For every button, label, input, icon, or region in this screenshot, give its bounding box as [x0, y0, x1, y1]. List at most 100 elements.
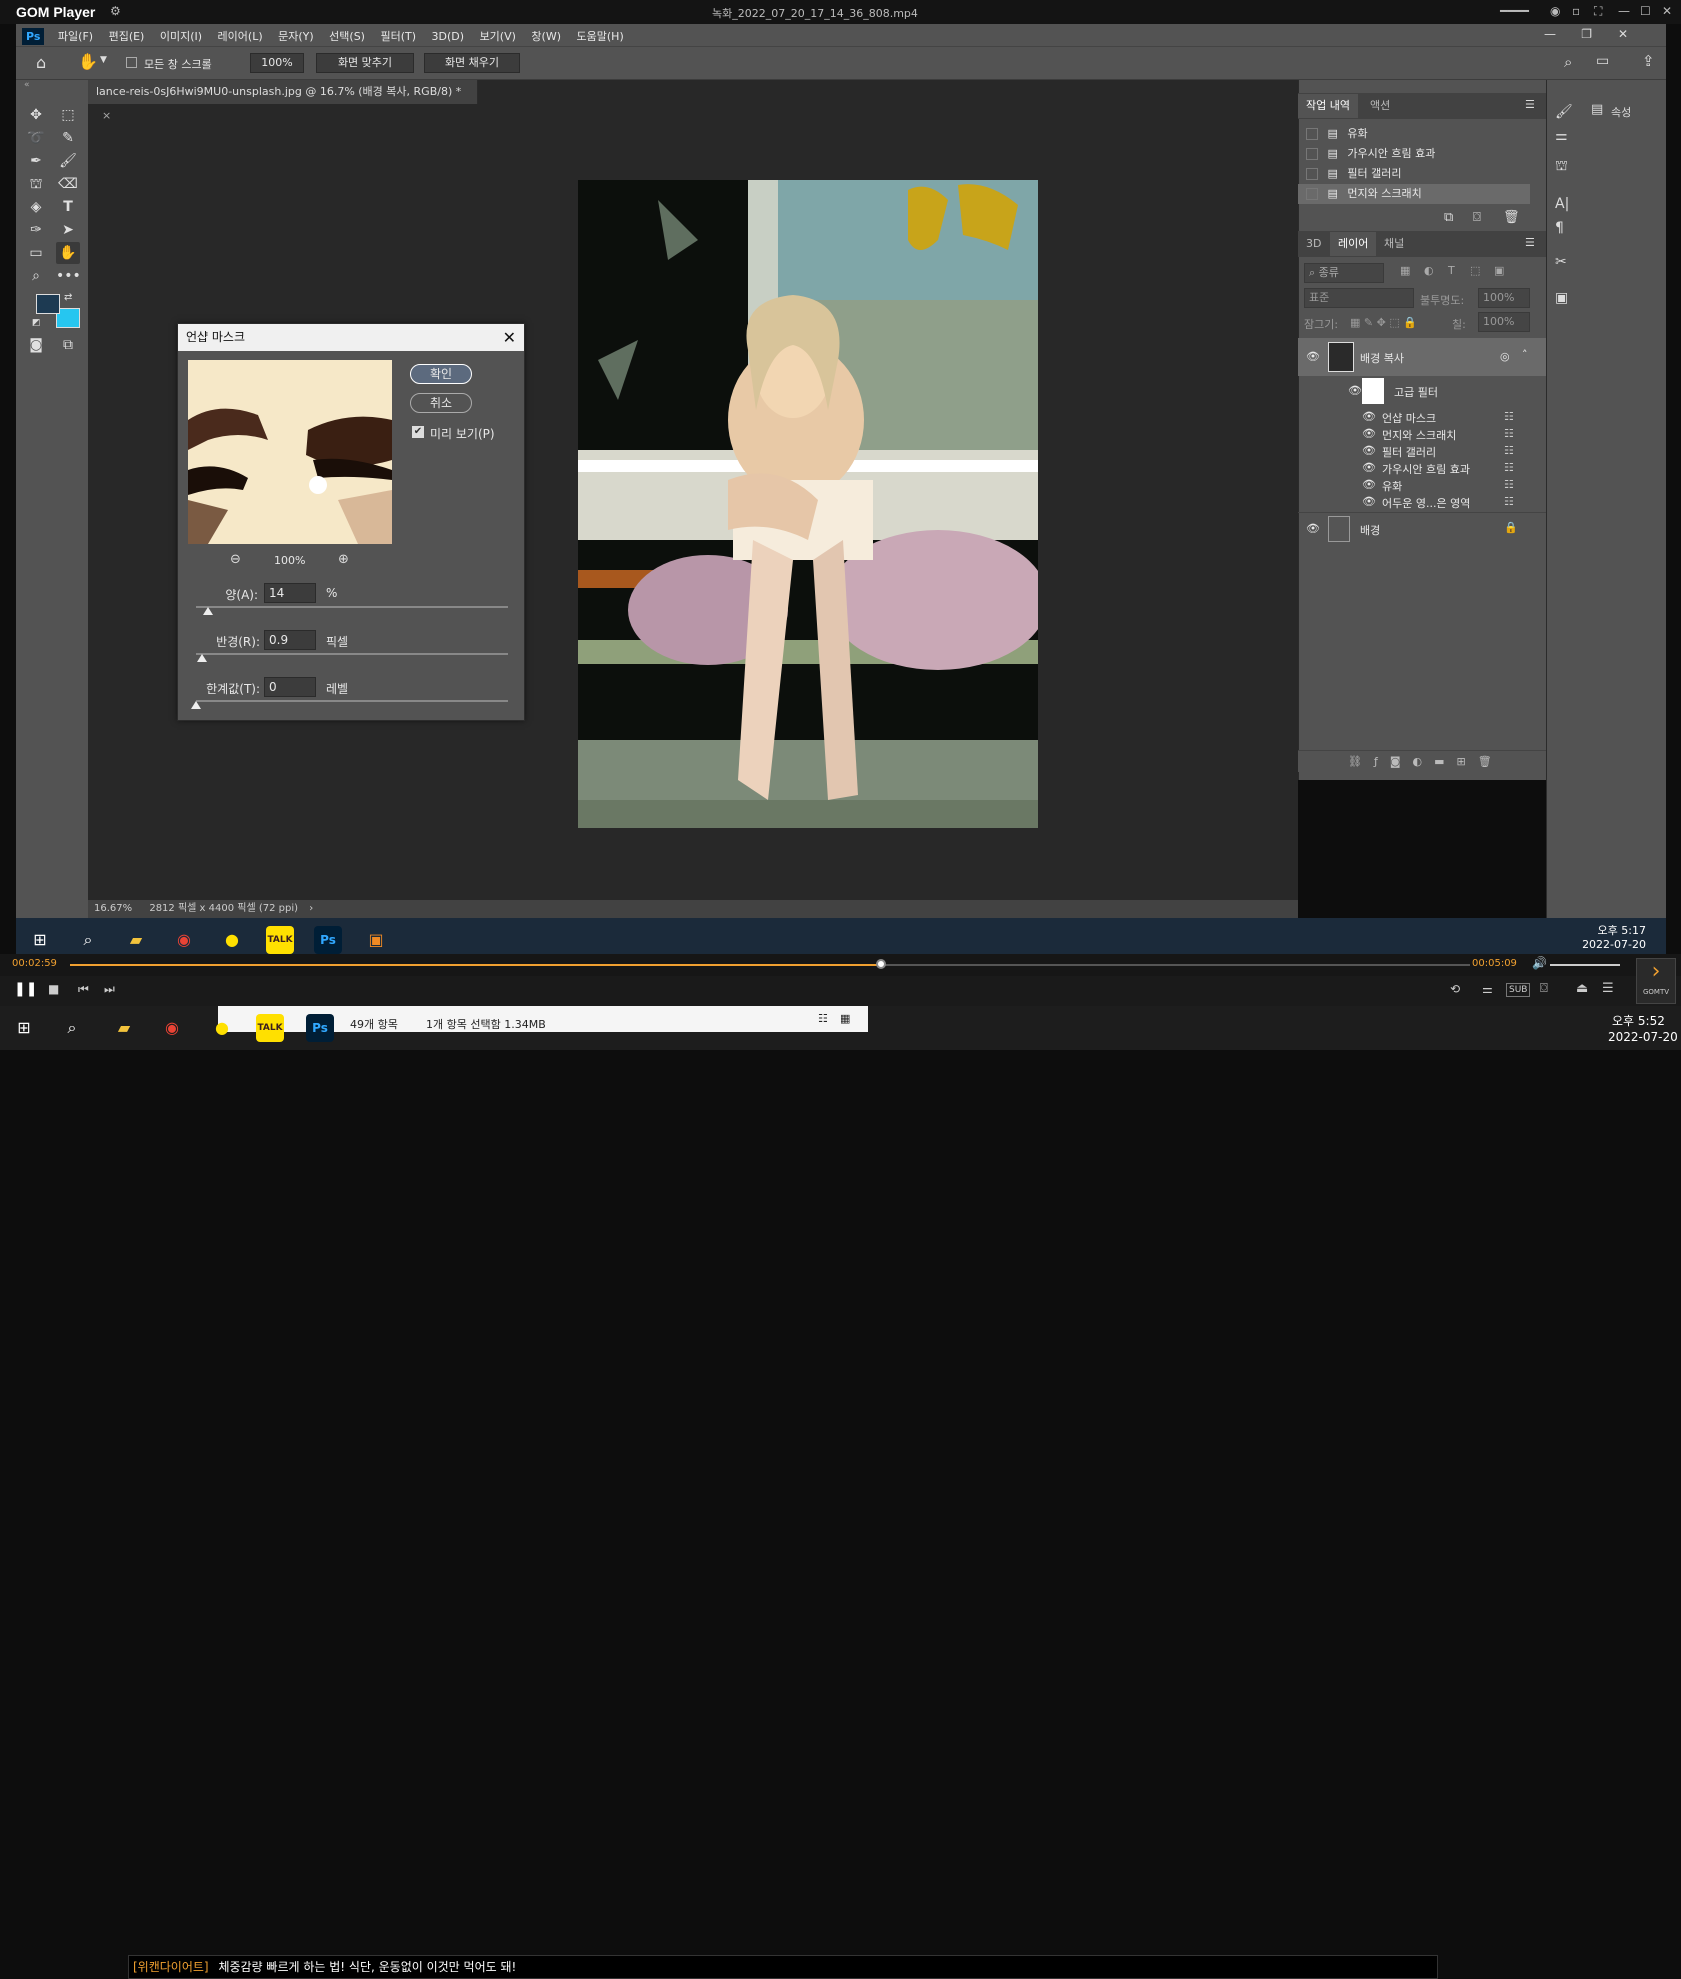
tab-actions[interactable]: 액션: [1362, 94, 1398, 118]
menu-filter[interactable]: 필터(T): [374, 24, 422, 48]
360-icon[interactable]: ⟲: [1450, 982, 1460, 996]
eye-icon[interactable]: 👁: [1362, 410, 1376, 423]
kakaotalk-bubble-icon[interactable]: ●: [208, 1014, 236, 1042]
eye-icon[interactable]: 👁: [1362, 461, 1376, 474]
screenshot-icon[interactable]: ⌼: [1540, 981, 1548, 996]
collapse-arrow-icon[interactable]: ˄: [1522, 348, 1528, 361]
chrome-icon[interactable]: ◉: [158, 1014, 186, 1042]
layer-row-copy[interactable]: 👁 배경 복사 ◎ ˄: [1298, 338, 1546, 376]
swap-colors-icon[interactable]: ⇄: [64, 292, 72, 303]
filter-smart-icon[interactable]: ▣: [1494, 264, 1504, 277]
windows-start-icon[interactable]: ⊞: [10, 1014, 38, 1042]
kakaotalk-bubble-icon[interactable]: ●: [218, 926, 246, 954]
windows-start-icon[interactable]: ⊞: [26, 926, 54, 954]
kakaotalk-icon[interactable]: TALK: [266, 926, 294, 954]
hand-tool-active-icon[interactable]: ✋: [56, 242, 80, 264]
radius-slider[interactable]: [196, 653, 508, 655]
filter-options-icon[interactable]: ☷: [1504, 478, 1514, 491]
quick-mask-icon[interactable]: ◙: [24, 334, 48, 356]
minimize-icon[interactable]: —: [1618, 4, 1630, 18]
stop-icon[interactable]: ■: [48, 982, 59, 996]
opacity-field[interactable]: 100%: [1478, 288, 1530, 308]
eye-icon[interactable]: 👁: [1348, 384, 1362, 397]
eye-icon[interactable]: 👁: [1306, 522, 1320, 535]
search-icon[interactable]: ⌕: [1564, 53, 1572, 71]
filter-pixel-icon[interactable]: ▦: [1400, 264, 1410, 277]
canvas-image[interactable]: [578, 180, 1038, 828]
photoshop-icon[interactable]: Ps: [314, 926, 342, 954]
filter-shape-icon[interactable]: ⬚: [1470, 264, 1480, 277]
panel-menu-icon[interactable]: ☰: [1525, 98, 1535, 111]
filter-preview[interactable]: [188, 360, 392, 544]
filter-type-icon[interactable]: T: [1448, 264, 1455, 277]
eyedropper-icon[interactable]: ✒: [24, 150, 48, 172]
pen-tool-icon[interactable]: ✑: [24, 219, 48, 241]
seek-thumb[interactable]: [876, 959, 886, 969]
zoom-out-icon[interactable]: ⊖: [230, 552, 241, 567]
radius-slider-thumb[interactable]: [197, 654, 208, 662]
pause-icon[interactable]: ❚❚: [14, 981, 37, 997]
stamp-tool-icon[interactable]: ⛫: [24, 173, 48, 195]
layer-filter-select[interactable]: ⌕ 종류: [1304, 263, 1384, 283]
status-chevron-icon[interactable]: ›: [309, 903, 313, 914]
screen-mode-icon[interactable]: ⧉: [56, 334, 80, 356]
tab-3d[interactable]: 3D: [1298, 232, 1329, 256]
volume-slider[interactable]: [1550, 964, 1620, 966]
eraser-tool-icon[interactable]: ⌫: [56, 173, 80, 195]
history-item[interactable]: ▤ 필터 갤러리: [1298, 164, 1530, 184]
file-explorer-icon[interactable]: ▰: [122, 926, 150, 954]
filter-adjust-icon[interactable]: ◐: [1424, 264, 1434, 277]
hand-tool-icon[interactable]: ✋: [78, 52, 98, 71]
menu-help[interactable]: 도움말(H): [571, 24, 630, 48]
ps-minimize-icon[interactable]: —: [1544, 27, 1556, 41]
eye-icon[interactable]: 👁: [1362, 495, 1376, 508]
history-item[interactable]: ▤ 유화: [1298, 124, 1530, 144]
photoshop-icon[interactable]: Ps: [306, 1014, 334, 1042]
share-icon[interactable]: ⇪: [1642, 52, 1655, 70]
quick-select-icon[interactable]: ✎: [56, 127, 80, 149]
rectangle-tool-icon[interactable]: ▭: [24, 242, 48, 264]
path-select-icon[interactable]: ➤: [56, 219, 80, 241]
subtitle-button[interactable]: SUB: [1506, 983, 1531, 997]
lasso-tool-icon[interactable]: ➰: [24, 127, 48, 149]
fullscreen-icon[interactable]: ⛶: [1594, 4, 1602, 19]
chrome-icon[interactable]: ◉: [170, 926, 198, 954]
menu-file[interactable]: 파일(F): [52, 24, 99, 48]
smart-filter-row[interactable]: 👁 고급 필터: [1298, 376, 1546, 406]
camera-icon[interactable]: ⌼: [1473, 210, 1481, 225]
character-icon[interactable]: A|: [1555, 196, 1569, 212]
ps-restore-icon[interactable]: ❐: [1581, 27, 1592, 41]
menu-type[interactable]: 문자(Y): [272, 24, 320, 48]
eye-icon[interactable]: 👁: [1362, 478, 1376, 491]
default-colors-icon[interactable]: ◩: [32, 318, 41, 328]
preview-checkbox[interactable]: ✔: [412, 426, 424, 438]
menu-select[interactable]: 선택(S): [323, 24, 371, 48]
eye-icon[interactable]: 👁: [1306, 350, 1320, 363]
brush-settings-icon[interactable]: 🖌: [1555, 104, 1573, 120]
filter-row[interactable]: 👁 가우시안 흐림 효과 ☷: [1298, 459, 1546, 476]
history-snapshot-checkbox[interactable]: [1306, 168, 1318, 180]
fit-screen-button[interactable]: 화면 맞추기: [316, 53, 414, 73]
filter-row[interactable]: 👁 언샵 마스크 ☷: [1298, 408, 1546, 425]
menu-image[interactable]: 이미지(I): [154, 24, 208, 48]
blend-mode-select[interactable]: 표준: [1304, 288, 1414, 308]
history-snapshot-checkbox[interactable]: [1306, 128, 1318, 140]
filter-row[interactable]: 👁 유화 ☷: [1298, 476, 1546, 493]
file-explorer-icon[interactable]: ▰: [110, 1014, 138, 1042]
fill-screen-button[interactable]: 화면 채우기: [424, 53, 520, 73]
trash-icon[interactable]: 🗑: [1503, 210, 1520, 225]
adjust-icon[interactable]: ⚌: [1555, 128, 1568, 144]
move-tool-icon[interactable]: ✥: [24, 104, 48, 126]
filter-options-icon[interactable]: ☷: [1504, 495, 1514, 508]
tab-layers[interactable]: 레이어: [1330, 232, 1377, 256]
zoom-in-icon[interactable]: ⊕: [338, 552, 349, 567]
filter-options-icon[interactable]: ☷: [1504, 427, 1514, 440]
collapse-icon[interactable]: «: [24, 80, 30, 90]
marquee-tool-icon[interactable]: ⬚: [56, 104, 80, 126]
ok-button[interactable]: 확인: [410, 364, 472, 384]
paragraph-icon[interactable]: ¶: [1555, 220, 1564, 236]
lock-icons[interactable]: ▦ ✎ ✥ ⬚ 🔒: [1350, 316, 1417, 329]
equalizer-icon[interactable]: ⚌: [1482, 982, 1493, 996]
amount-slider[interactable]: [196, 606, 508, 608]
layer-row-background[interactable]: 👁 배경 🔒: [1298, 512, 1546, 544]
